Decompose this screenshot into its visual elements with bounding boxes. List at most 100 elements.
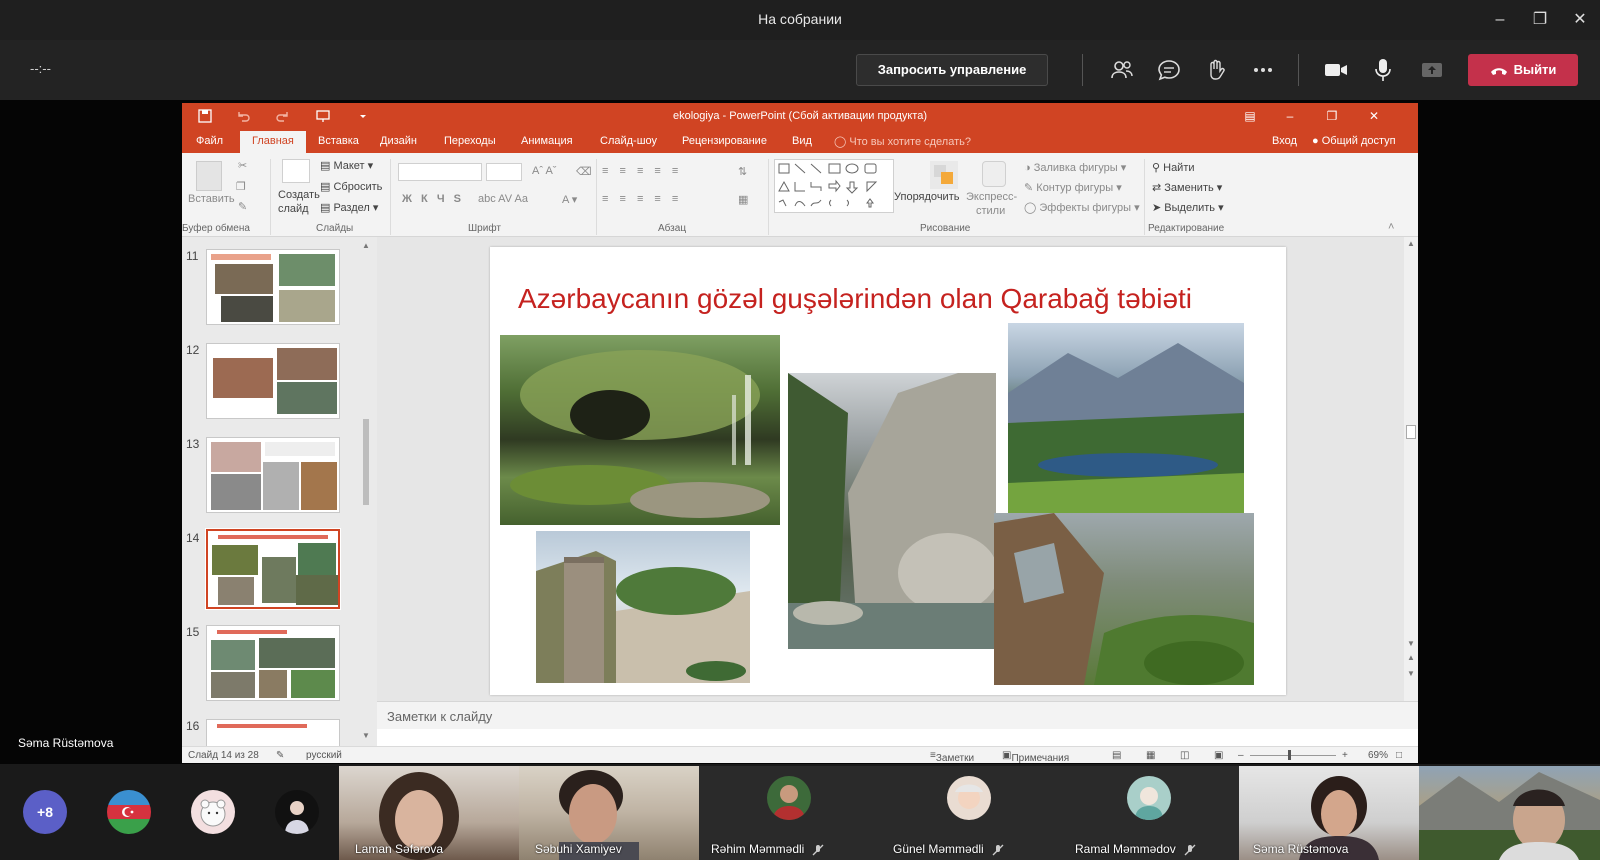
leave-button[interactable]: Выйти (1468, 54, 1578, 86)
scroll-thumb[interactable] (363, 419, 369, 505)
cut-icon[interactable]: ✂ (238, 159, 247, 172)
normal-view-icon[interactable]: ▤ (1112, 750, 1121, 761)
shape-outline-button[interactable]: ✎ Контур фигуры ▾ (1024, 181, 1122, 194)
tell-me-search[interactable]: ◯ Что вы хотите сделать? (834, 135, 971, 148)
close-icon[interactable]: ✕ (1568, 8, 1592, 32)
fortress-tower-photo[interactable] (536, 531, 750, 683)
participant-tile[interactable]: Günel Məmmədli (879, 766, 1059, 860)
request-control-button[interactable]: Запросить управление (856, 54, 1048, 86)
zoom-out-icon[interactable]: – (1238, 750, 1244, 761)
grow-font-icon[interactable]: Aˆ Aˇ (532, 165, 556, 177)
more-participants-button[interactable]: +8 (23, 790, 67, 834)
bullets-icon[interactable]: ≡ ≡ ≡ ≡ ≡ (602, 165, 682, 177)
font-color-icon[interactable]: A ▾ (562, 193, 577, 206)
participant-tile[interactable]: Ramal Məmmədov (1059, 766, 1239, 860)
participants-icon[interactable] (1108, 56, 1136, 84)
slide-thumbnail-active[interactable] (205, 528, 341, 610)
shapes-gallery[interactable] (774, 159, 894, 213)
copy-icon[interactable]: ❐ (236, 180, 246, 193)
tab-design[interactable]: Дизайн (380, 135, 417, 147)
slide-thumbnail[interactable] (206, 249, 340, 325)
restore-icon[interactable]: ❐ (1528, 8, 1552, 32)
arrange-icon[interactable] (930, 161, 958, 189)
slide-title[interactable]: Azərbaycanın gözəl guşələrindən olan Qar… (518, 283, 1192, 315)
waterfall-photo[interactable] (500, 335, 780, 525)
notes-placeholder[interactable]: Заметки к слайду (387, 709, 492, 724)
ppt-close-icon[interactable]: ✕ (1362, 107, 1386, 125)
quick-styles-label-2[interactable]: стили (976, 205, 1005, 217)
chat-icon[interactable] (1155, 56, 1183, 84)
slide-thumbnail[interactable] (206, 437, 340, 513)
scroll-thumb[interactable] (1406, 425, 1416, 439)
slideshow-view-icon[interactable]: ▣ (1214, 750, 1223, 761)
tab-slideshow[interactable]: Слайд-шоу (600, 135, 657, 147)
notes-toggle[interactable]: ≡ Заметки (930, 750, 974, 764)
new-slide-icon[interactable] (282, 159, 310, 183)
shape-fill-button[interactable]: ◑ Заливка фигуры ▾ (1024, 161, 1126, 174)
tab-file[interactable]: Файл (196, 135, 223, 147)
avatar-photo[interactable] (275, 790, 319, 834)
share-screen-icon[interactable] (1418, 56, 1446, 84)
quick-styles-label-1[interactable]: Экспресс- (966, 191, 1017, 203)
format-painter-icon[interactable]: ✎ (238, 200, 247, 213)
camera-icon[interactable] (1322, 56, 1350, 84)
tab-review[interactable]: Рецензирование (682, 135, 767, 147)
language-indicator[interactable]: русский (306, 750, 342, 761)
new-slide-label-1[interactable]: Создать (278, 189, 320, 201)
previous-slide-icon[interactable]: ▲ (1407, 653, 1415, 662)
sign-in-link[interactable]: Вход (1272, 135, 1297, 147)
clear-formatting-icon[interactable]: ⌫ (576, 165, 592, 178)
participant-tile[interactable]: Laman Səfərova (339, 766, 519, 860)
zoom-in-icon[interactable]: + (1342, 750, 1348, 761)
next-slide-icon[interactable]: ▼ (1407, 669, 1415, 678)
rock-arch-photo[interactable] (994, 513, 1254, 685)
microphone-icon[interactable] (1369, 56, 1397, 84)
font-size-box[interactable] (486, 163, 522, 181)
tab-animations[interactable]: Анимация (521, 135, 573, 147)
participant-tile[interactable]: Səma Rüstəmova (1239, 766, 1419, 860)
more-options-icon[interactable] (1249, 56, 1277, 84)
zoom-slider[interactable] (1250, 755, 1336, 756)
slide-thumbnail[interactable] (206, 343, 340, 419)
ppt-minimize-icon[interactable]: – (1278, 107, 1302, 125)
paste-icon[interactable] (196, 161, 222, 191)
slide-sorter-icon[interactable]: ▦ (1146, 750, 1155, 761)
spelling-icon[interactable]: ✎ (276, 750, 284, 761)
font-style-buttons[interactable]: ЖКЧS (402, 193, 470, 205)
quick-styles-icon[interactable] (982, 161, 1006, 187)
ppt-restore-icon[interactable]: ❐ (1320, 107, 1344, 125)
text-direction-icon[interactable]: ⇅ (738, 165, 747, 178)
tab-insert[interactable]: Вставка (318, 135, 359, 147)
slide-editor[interactable]: Azərbaycanın gözəl guşələrindən olan Qar… (377, 237, 1407, 701)
notes-pane[interactable]: Заметки к слайду (377, 701, 1418, 729)
slide-thumbnail[interactable] (206, 719, 340, 746)
reset-button[interactable]: ▤ Сбросить (320, 180, 382, 193)
minimize-icon[interactable]: – (1488, 8, 1512, 32)
avatar-azerbaijan-flag[interactable] (107, 790, 151, 834)
slide-thumbnail[interactable] (206, 625, 340, 701)
section-button[interactable]: ▤ Раздел ▾ (320, 201, 378, 214)
participant-tile-self[interactable] (1419, 766, 1600, 860)
alignment-icons[interactable]: ≡ ≡ ≡ ≡ ≡ (602, 193, 682, 205)
tab-home[interactable]: Главная (240, 131, 306, 153)
slide-thumbnails-pane[interactable]: 11 12 13 14 15 16 ▲ ▼ (182, 237, 377, 746)
thumbs-scrollbar[interactable]: ▲ ▼ (360, 237, 372, 746)
fit-to-window-icon[interactable]: □ (1396, 750, 1402, 761)
zoom-slider-handle[interactable] (1288, 750, 1291, 760)
slide-canvas[interactable]: Azərbaycanın gözəl guşələrindən olan Qar… (490, 247, 1286, 695)
arrange-button[interactable]: Упорядочить (894, 191, 959, 203)
canyon-river-photo[interactable] (788, 373, 996, 649)
participant-tile[interactable]: Rəhim Məmmədli (699, 766, 879, 860)
char-spacing-icon[interactable]: abc AV Aa (478, 193, 528, 205)
zoom-level[interactable]: 69% (1368, 750, 1388, 761)
reading-view-icon[interactable]: ◫ (1180, 750, 1189, 761)
new-slide-label-2[interactable]: слайд (278, 203, 309, 215)
comments-toggle[interactable]: ▣ Примечания (1002, 750, 1069, 764)
smartart-icon[interactable]: ▦ (738, 193, 748, 206)
layout-button[interactable]: ▤ Макет ▾ (320, 159, 373, 172)
find-button[interactable]: ⚲ Найти (1152, 161, 1195, 174)
ribbon-display-icon[interactable]: ▤ (1238, 107, 1262, 125)
select-button[interactable]: ➤ Выделить ▾ (1152, 201, 1224, 214)
participant-tile[interactable]: Səbuhi Xamiyev (519, 766, 699, 860)
tab-transitions[interactable]: Переходы (444, 135, 496, 147)
